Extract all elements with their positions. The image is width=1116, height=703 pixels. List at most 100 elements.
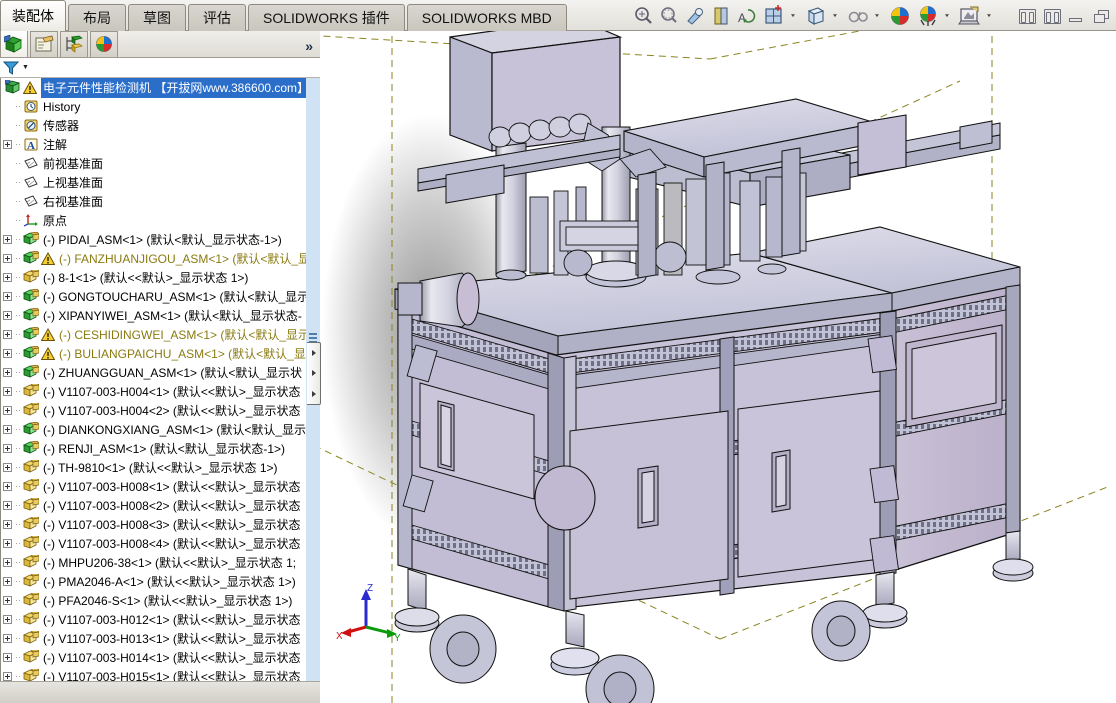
tree-node[interactable]: ·· 原点 (1, 211, 309, 230)
property-manager-tab[interactable] (30, 31, 58, 57)
tree-node-root[interactable]: 电子元件性能检测机 【开拔网www.386600.com】 (1, 78, 309, 98)
view-orientation-icon[interactable]: A (734, 0, 760, 31)
hide-show-items-caret[interactable] (830, 0, 839, 31)
tree-node[interactable]: ·· (-) 8-1<1> (默认<<默认>_显示状态 1>) (1, 268, 309, 287)
expand-toggle-icon[interactable] (3, 425, 12, 434)
display-manager-tab[interactable] (90, 31, 118, 57)
display-style-icon[interactable] (760, 0, 788, 31)
expand-toggle-icon[interactable] (3, 235, 12, 244)
tree-node[interactable]: ·· (-) ZHUANGGUAN_ASM<1> (默认<默认_显示状 (1, 363, 309, 382)
expand-toggle-icon[interactable] (3, 292, 12, 301)
tree-node[interactable]: ·· (-) V1107-003-H008<4> (默认<<默认>_显示状态 (1, 534, 309, 553)
feature-tree-container[interactable]: 电子元件性能检测机 【开拔网www.386600.com】 ·· History ··… (0, 78, 320, 703)
expand-toggle-icon[interactable] (3, 273, 12, 282)
expand-toggle-icon[interactable] (3, 615, 12, 624)
tab-evaluate[interactable]: 评估 (188, 4, 246, 31)
feature-manager-tab[interactable] (0, 30, 28, 57)
tree-node[interactable]: ·· A 注解 (1, 135, 309, 154)
expand-toggle-icon[interactable] (3, 387, 12, 396)
tree-node[interactable]: ·· (-) V1107-003-H014<1> (默认<<默认>_显示状态 (1, 648, 309, 667)
tree-node[interactable]: ·· (-) PMA2046-A<1> (默认<<默认>_显示状态 1>) (1, 572, 309, 591)
tab-assembly[interactable]: 装配体 (0, 0, 66, 31)
tree-node[interactable]: ·· 前视基准面 (1, 154, 309, 173)
tree-node[interactable]: ·· (-) V1107-003-H004<2> (默认<<默认>_显示状态 (1, 401, 309, 420)
edit-appearance-icon[interactable] (886, 0, 914, 31)
manager-tabs-overflow[interactable]: » (305, 38, 313, 54)
tab-layout[interactable]: 布局 (68, 4, 126, 31)
expand-toggle-icon[interactable] (3, 368, 12, 377)
expand-toggle-icon[interactable] (3, 482, 12, 491)
tree-node[interactable]: ·· (-) BULIANGPAICHU_ASM<1> (默认<默认_显 (1, 344, 309, 363)
expand-toggle-icon[interactable] (3, 558, 12, 567)
expand-toggle-icon[interactable] (3, 463, 12, 472)
apply-scene-caret[interactable] (942, 0, 951, 31)
apply-scene-icon[interactable] (914, 0, 942, 31)
tree-node[interactable]: ·· (-) V1107-003-H004<1> (默认<<默认>_显示状态 (1, 382, 309, 401)
expand-toggle-icon[interactable] (3, 501, 12, 510)
expand-toggle-icon[interactable] (3, 596, 12, 605)
expand-toggle-icon[interactable] (3, 330, 12, 339)
tree-node-label: (-) CESHIDINGWEI_ASM<1> (默认<默认_显示 (59, 328, 309, 342)
expand-toggle-icon[interactable] (3, 539, 12, 548)
expand-toggle-icon[interactable] (3, 140, 12, 149)
tree-node[interactable]: ·· (-) RENJI_ASM<1> (默认<默认_显示状态-1>) (1, 439, 309, 458)
expand-toggle-icon[interactable] (3, 444, 12, 453)
tree-node[interactable]: ·· History (1, 97, 309, 116)
tree-node[interactable]: ·· (-) GONGTOUCHARU_ASM<1> (默认<默认_显示 (1, 287, 309, 306)
panel-collapse-handle[interactable] (307, 342, 321, 405)
tree-node[interactable]: ·· 右视基准面 (1, 192, 309, 211)
tree-node-label: (-) FANZHUANJIGOU_ASM<1> (默认<默认_显 (59, 252, 309, 266)
filter-caret-icon[interactable]: ▼ (22, 64, 29, 71)
restore-down-button[interactable] (1094, 9, 1110, 24)
tree-connector: ·· (15, 614, 21, 624)
previous-view-icon[interactable] (682, 0, 708, 31)
tab-solidworks-mbd[interactable]: SOLIDWORKS MBD (406, 4, 567, 31)
expand-toggle-icon[interactable] (3, 653, 12, 662)
tree-node[interactable]: ·· (-) V1107-003-H008<2> (默认<<默认>_显示状态 (1, 496, 309, 515)
solidworks-window: Z Y X 装配体 布局 草图 评估 SOLIDWORKS 插件 SOLIDWO… (0, 0, 1116, 703)
zoom-to-area-icon[interactable] (656, 0, 682, 31)
restore-left-pane-button[interactable] (1019, 9, 1036, 24)
tree-node[interactable]: ·· (-) FANZHUANJIGOU_ASM<1> (默认<默认_显 (1, 249, 309, 268)
tree-node[interactable]: ·· (-) V1107-003-H008<1> (默认<<默认>_显示状态 (1, 477, 309, 496)
expand-toggle-icon[interactable] (3, 520, 12, 529)
restore-right-pane-button[interactable] (1044, 9, 1061, 24)
display-style-caret[interactable] (788, 0, 797, 31)
feature-tree[interactable]: 电子元件性能检测机 【开拔网www.386600.com】 ·· History ··… (1, 78, 309, 690)
expand-toggle-icon[interactable] (3, 311, 12, 320)
tree-node[interactable]: ·· (-) XIPANYIWEI_ASM<1> (默认<默认_显示状态- (1, 306, 309, 325)
tree-node[interactable]: ·· (-) V1107-003-H008<3> (默认<<默认>_显示状态 (1, 515, 309, 534)
view-settings-caret[interactable] (984, 0, 993, 31)
tab-solidworks-addins[interactable]: SOLIDWORKS 插件 (248, 4, 405, 31)
expand-toggle-icon[interactable] (3, 349, 12, 358)
graphics-area[interactable]: Z Y X (320, 31, 1116, 703)
tree-node[interactable]: ·· (-) PIDAI_ASM<1> (默认<默认_显示状态-1>) (1, 230, 309, 249)
apply-glasses-caret[interactable] (872, 0, 881, 31)
hide-show-items-icon[interactable] (802, 0, 830, 31)
tree-node[interactable]: ·· (-) V1107-003-H012<1> (默认<<默认>_显示状态 (1, 610, 309, 629)
expand-toggle-icon[interactable] (3, 634, 12, 643)
tab-sketch[interactable]: 草图 (128, 4, 186, 31)
tree-node[interactable]: ·· (-) TH-9810<1> (默认<<默认>_显示状态 1>) (1, 458, 309, 477)
tree-node[interactable]: ·· (-) PFA2046-S<1> (默认<<默认>_显示状态 1>) (1, 591, 309, 610)
tree-node[interactable]: ·· (-) CESHIDINGWEI_ASM<1> (默认<默认_显示 (1, 325, 309, 344)
tree-node[interactable]: ·· (-) MHPU206-38<1> (默认<<默认>_显示状态 1; (1, 553, 309, 572)
tree-node[interactable]: ·· 传感器 (1, 116, 309, 135)
configuration-manager-tab[interactable] (60, 31, 88, 57)
expand-toggle-icon[interactable] (3, 254, 12, 263)
tree-node-label: (-) V1107-003-H004<1> (默认<<默认>_显示状态 (43, 385, 301, 399)
expand-toggle-icon[interactable] (3, 577, 12, 586)
minimize-button[interactable] (1069, 9, 1086, 24)
view-toolbar: A (630, 0, 998, 31)
zoom-to-fit-icon[interactable] (630, 0, 656, 31)
tree-node[interactable]: ·· 上视基准面 (1, 173, 309, 192)
section-view-icon[interactable] (708, 0, 734, 31)
tree-node[interactable]: ·· (-) V1107-003-H013<1> (默认<<默认>_显示状态 (1, 629, 309, 648)
tree-node-label: (-) PIDAI_ASM<1> (默认<默认_显示状态-1>) (43, 233, 282, 247)
apply-glasses-icon[interactable] (844, 0, 872, 31)
view-settings-icon[interactable] (956, 0, 984, 31)
tree-filter-row[interactable]: ▼ (0, 58, 320, 78)
expand-toggle-icon[interactable] (3, 406, 12, 415)
expand-toggle-icon[interactable] (3, 672, 12, 681)
tree-node[interactable]: ·· (-) DIANKONGXIANG_ASM<1> (默认<默认_显示 (1, 420, 309, 439)
